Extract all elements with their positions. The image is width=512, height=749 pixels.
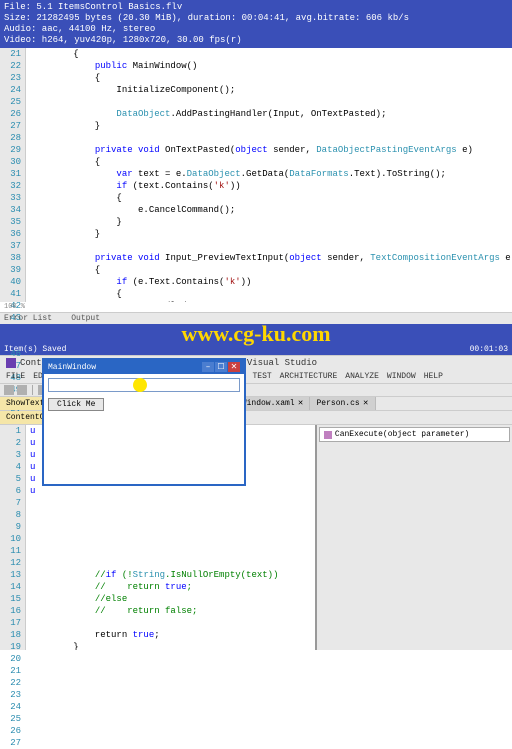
media-info-header: File: 5.1 ItemsControl Basics.flv Size: … [0,0,512,48]
error-list-tab[interactable]: Error List [4,314,52,323]
line-gutter: 1234567891011121314151617181920212223242… [0,425,26,650]
status-text: Item(s) Saved [4,345,66,354]
status-time: 00:01:03 [470,345,508,354]
member-dropdown[interactable]: CanExecute(object parameter) [319,427,510,442]
close-icon[interactable]: ✕ [298,399,304,408]
right-dropdown-panel: CanExecute(object parameter) [315,425,512,650]
app-titlebar[interactable]: MainWindow – ☐ ✕ [44,360,244,374]
code-area: { public MainWindow() { InitializeCompon… [26,48,512,302]
text-input[interactable] [48,378,240,392]
video-line: Video: h264, yuv420p, 1280x720, 30.00 fp… [4,35,508,46]
app-body: Click Me [44,374,244,415]
file-line: File: 5.1 ItemsControl Basics.flv [4,2,508,13]
upper-code-pane: 2122232425262728293031323334353637383940… [0,48,512,302]
menu-test[interactable]: TEST [252,372,271,381]
size-line: Size: 21282495 bytes (20.30 MiB), durati… [4,13,508,24]
toolbar-icon[interactable] [4,385,14,395]
zoom-indicator: 100 % [0,302,512,312]
menu-file[interactable]: FILE [6,372,25,381]
watermark-overlay: www.cg-ku.com [0,324,512,344]
method-icon [324,431,332,439]
click-me-button[interactable]: Click Me [48,398,104,411]
tab-person-cs[interactable]: Person.cs ✕ [310,397,375,410]
menu-architecture[interactable]: ARCHITECTURE [280,372,338,381]
maximize-button[interactable]: ☐ [215,362,227,372]
line-gutter: 2122232425262728293031323334353637383940… [0,48,26,302]
output-tab[interactable]: Output [71,314,100,323]
menu-help[interactable]: HELP [424,372,443,381]
menu-analyze[interactable]: ANALYZE [345,372,379,381]
cursor-highlight-icon [133,378,147,392]
running-app-window[interactable]: MainWindow – ☐ ✕ Click Me [42,358,246,486]
audio-line: Audio: aac, 44100 Hz, stereo [4,24,508,35]
minimize-button[interactable]: – [202,362,214,372]
vs-logo-icon [6,358,16,368]
toolbar-icon[interactable] [17,385,27,395]
app-title: MainWindow [48,363,96,372]
menu-window[interactable]: WINDOW [387,372,416,381]
close-button[interactable]: ✕ [228,362,240,372]
close-icon[interactable]: ✕ [363,399,369,408]
